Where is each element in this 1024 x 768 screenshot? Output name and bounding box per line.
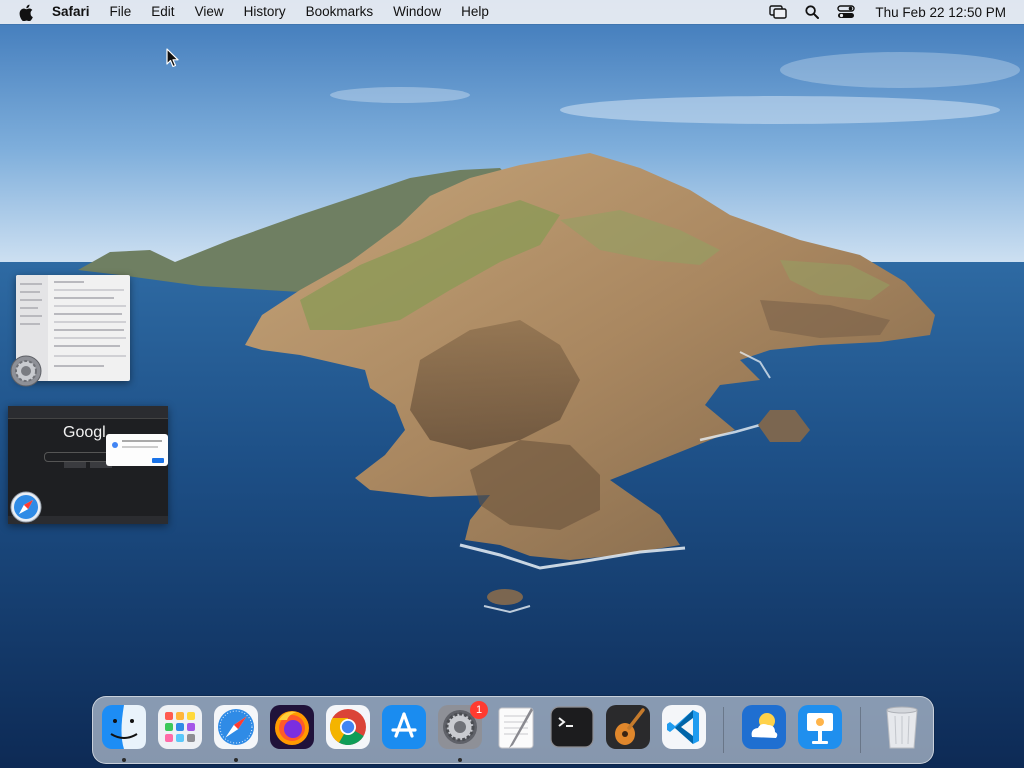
menu-bookmarks[interactable]: Bookmarks: [296, 0, 384, 24]
dock-system-preferences-running-indicator: [458, 758, 462, 762]
menu-window[interactable]: Window: [383, 0, 451, 24]
dock-separator: [723, 707, 724, 753]
dock-safari-running-indicator: [234, 758, 238, 762]
dock-finder-running-indicator: [122, 758, 126, 762]
dock-vscode-icon[interactable]: [661, 704, 707, 750]
menu-view[interactable]: View: [185, 0, 234, 24]
system-preferences-notification-badge: 1: [470, 701, 488, 719]
dock-textedit-icon[interactable]: [493, 704, 539, 750]
preview-search-box: [44, 452, 110, 462]
preview-search-button: [64, 462, 86, 468]
dock-chrome-icon[interactable]: [325, 704, 371, 750]
dock-safari-icon[interactable]: [213, 704, 259, 750]
dock: 1: [92, 696, 934, 764]
dock-garageband-icon[interactable]: [605, 704, 651, 750]
dock-weather-icon[interactable]: [741, 704, 787, 750]
menu-help[interactable]: Help: [451, 0, 499, 24]
safari-app-badge-icon: [10, 491, 42, 523]
menu-history[interactable]: History: [234, 0, 296, 24]
preview-signin-popup: [106, 434, 168, 466]
control-center-icon[interactable]: [835, 0, 857, 24]
preview-toolbar: [8, 406, 168, 419]
dock-separator-trash: [860, 707, 861, 753]
apple-logo-icon[interactable]: [16, 0, 36, 24]
menu-bar-clock[interactable]: Thu Feb 22 12:50 PM: [875, 5, 1006, 20]
menu-bar: Safari File Edit View History Bookmarks …: [0, 0, 1024, 24]
preview-google-logo: Googl: [63, 424, 106, 441]
screen-mirroring-icon[interactable]: [767, 0, 789, 24]
menu-app-name[interactable]: Safari: [48, 0, 100, 24]
dock-firefox-icon[interactable]: [269, 704, 315, 750]
dock-terminal-icon[interactable]: [549, 704, 595, 750]
menu-edit[interactable]: Edit: [141, 0, 184, 24]
system-preferences-app-badge-icon: [10, 355, 42, 387]
menu-file[interactable]: File: [100, 0, 142, 24]
spotlight-search-icon[interactable]: [801, 0, 823, 24]
dock-launchpad-icon[interactable]: [157, 704, 203, 750]
dock-finder-icon[interactable]: [101, 704, 147, 750]
dock-keynote-icon[interactable]: [797, 704, 843, 750]
dock-trash-icon[interactable]: [879, 704, 925, 750]
mouse-cursor-icon: [166, 48, 179, 68]
desktop-wallpaper: [0, 0, 1024, 768]
dock-app-store-icon[interactable]: [381, 704, 427, 750]
